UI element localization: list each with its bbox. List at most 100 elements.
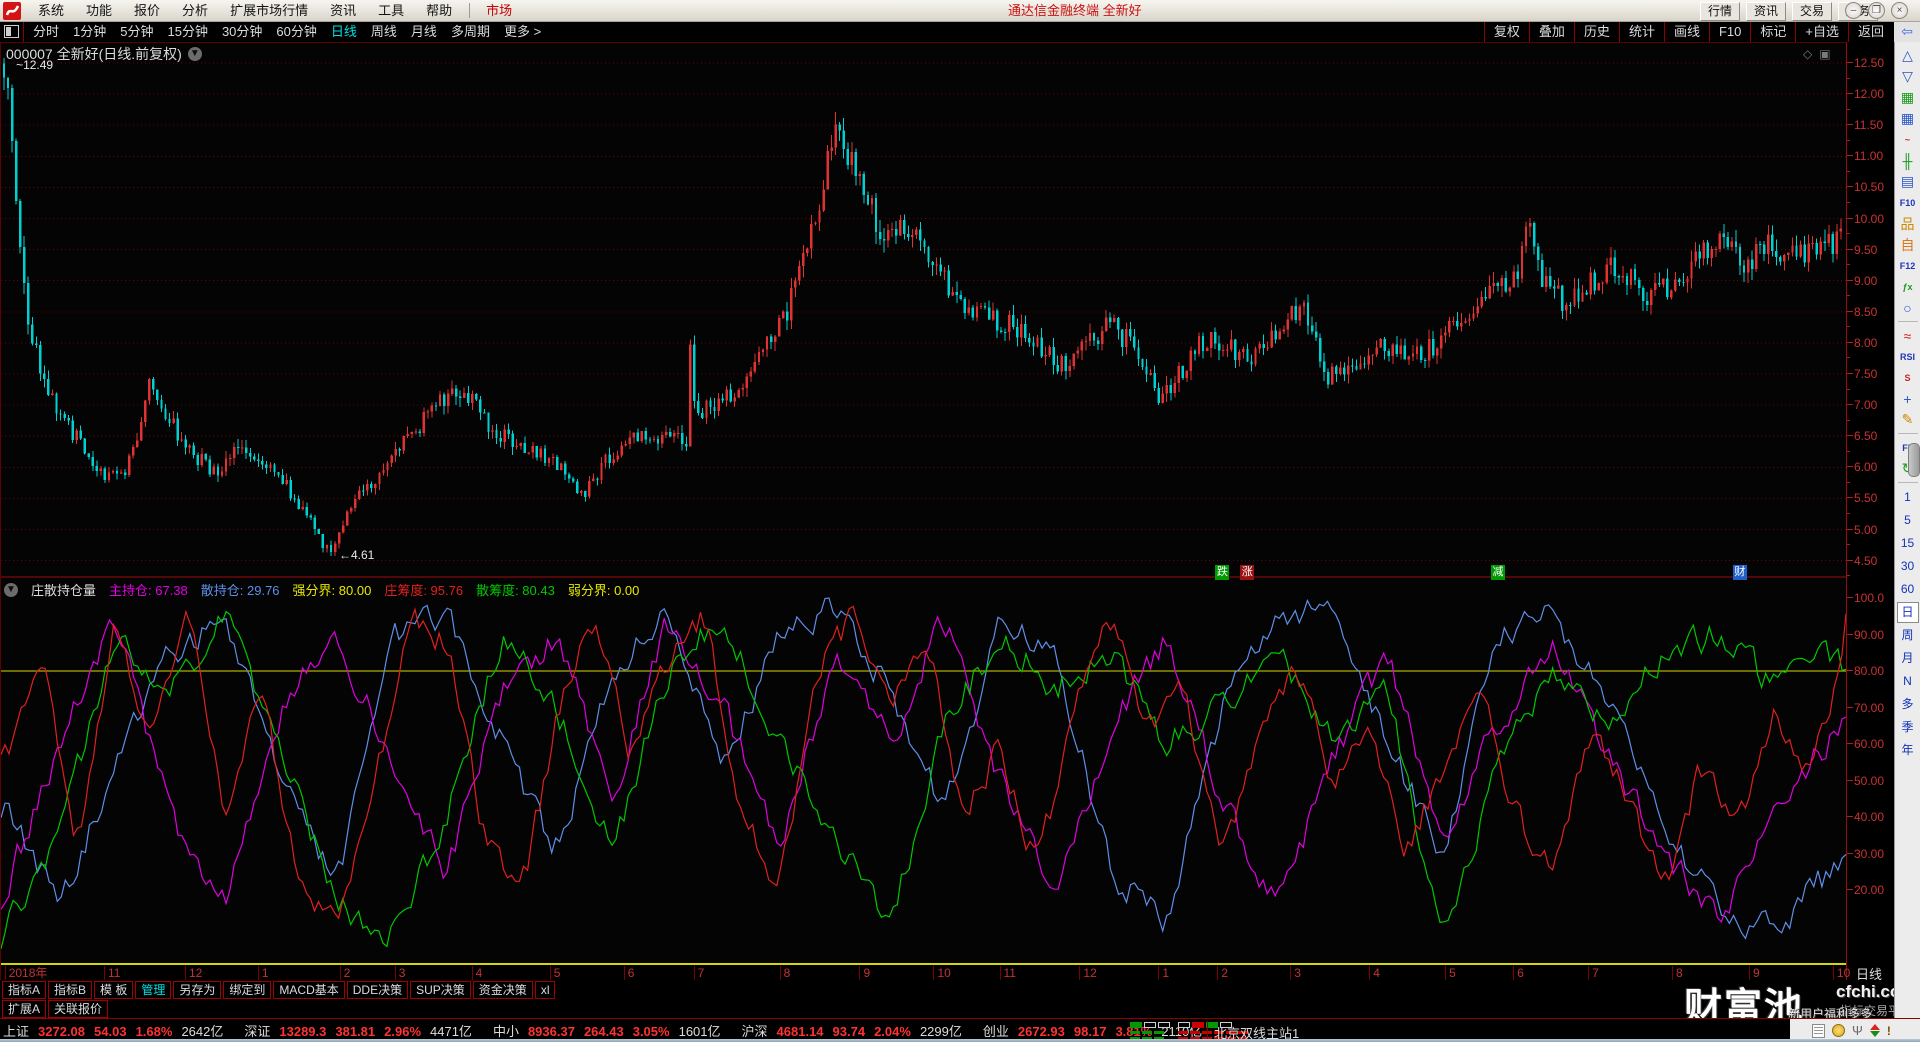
quick-period-1[interactable]: 1 — [1897, 486, 1919, 509]
menu-item-扩展市场行情[interactable]: 扩展市场行情 — [219, 0, 319, 21]
app-logo-icon[interactable] — [3, 1, 21, 20]
pane-corner-icons[interactable]: ◇▣ — [1803, 47, 1838, 61]
scroll-up-icon[interactable]: △ — [1897, 45, 1918, 66]
header-button-交易[interactable]: 交易 — [1792, 2, 1832, 21]
coin-icon[interactable] — [1832, 1024, 1845, 1037]
toolbar-button-画线[interactable]: 画线 — [1663, 22, 1709, 42]
index-quote-上证[interactable]: 上证 3272.08 54.03 1.68% 2642亿 — [3, 1021, 223, 1040]
quick-period-15[interactable]: 15 — [1897, 532, 1919, 555]
quick-period-月[interactable]: 月 — [1897, 647, 1919, 670]
kline-and-indicator-chart[interactable] — [1, 43, 1846, 963]
updown-arrows-icon[interactable] — [1869, 1024, 1880, 1037]
menu-item-帮助[interactable]: 帮助 — [415, 0, 463, 21]
toolbar-button-标记[interactable]: 标记 — [1750, 22, 1795, 42]
period-item-多周期[interactable]: 多周期 — [444, 22, 497, 42]
menu-item-系统[interactable]: 系统 — [27, 0, 75, 21]
tab-指标A[interactable]: 指标A — [2, 981, 47, 999]
period-item-30分钟[interactable]: 30分钟 — [215, 22, 269, 42]
tab-MACD基本[interactable]: MACD基本 — [273, 981, 345, 999]
event-marker-涨[interactable]: 涨 — [1240, 565, 1255, 580]
self-select-icon[interactable]: 自 — [1897, 234, 1918, 255]
index-quote-深证[interactable]: 深证 13289.3 381.81 2.96% 4471亿 — [244, 1021, 472, 1040]
tab-xl[interactable]: xl — [534, 981, 556, 999]
layout-split-icon[interactable] — [4, 25, 19, 38]
structure-icon[interactable]: 品 — [1897, 213, 1918, 234]
f10-icon[interactable]: F10 — [1897, 192, 1918, 213]
indicator-collapse-icon[interactable]: ▼ — [4, 582, 18, 597]
toolbar-button-返回[interactable]: 返回 — [1847, 22, 1893, 42]
rsi-icon[interactable]: RSI — [1897, 346, 1918, 367]
quick-period-N[interactable]: N — [1897, 670, 1919, 693]
period-item-周线[interactable]: 周线 — [364, 22, 404, 42]
tab-指标B[interactable]: 指标B — [48, 981, 93, 999]
tab-DDE决策[interactable]: DDE决策 — [346, 981, 409, 999]
trend-chart-icon[interactable]: ~ — [1897, 129, 1918, 150]
toolbar-button-F10[interactable]: F10 — [1708, 22, 1750, 42]
wave-icon[interactable]: ≈ — [1897, 325, 1918, 346]
satellite-icon[interactable]: Ψ — [1852, 1024, 1863, 1037]
tab-管理[interactable]: 管理 — [135, 981, 172, 999]
circle-tool-icon[interactable]: ○ — [1897, 297, 1918, 318]
period-item-5分钟[interactable]: 5分钟 — [113, 22, 160, 42]
tab-资金决策[interactable]: 资金决策 — [472, 981, 533, 999]
toolbar-button-叠加[interactable]: 叠加 — [1528, 22, 1574, 42]
info-doc-icon[interactable]: ▤ — [1897, 171, 1918, 192]
menu-item-market[interactable]: 市场 — [476, 0, 522, 21]
message-doc-icon[interactable] — [1812, 1023, 1825, 1038]
tab-模 板[interactable]: 模 板 — [94, 981, 134, 999]
quick-period-年[interactable]: 年 — [1897, 739, 1919, 762]
period-item-60分钟[interactable]: 60分钟 — [269, 22, 323, 42]
kline-chart-icon[interactable]: ╫ — [1897, 150, 1918, 171]
quick-period-多[interactable]: 多 — [1897, 693, 1919, 716]
tab-绑定到[interactable]: 绑定到 — [223, 981, 272, 999]
period-item-日线[interactable]: 日线 — [324, 22, 364, 42]
move-cross-icon[interactable]: + — [1897, 388, 1918, 409]
menu-item-分析[interactable]: 分析 — [171, 0, 219, 21]
menu-item-工具[interactable]: 工具 — [367, 0, 415, 21]
chart-region[interactable]: 000007 全新好(日线.前复权) ▼ ◇▣ ~12.49 ←4.61 跌涨减财… — [0, 42, 1850, 981]
holdings-report-icon[interactable]: ▦ — [1897, 87, 1918, 108]
chevron-down-icon[interactable]: ▼ — [187, 47, 202, 61]
quick-period-日[interactable]: 日 — [1896, 602, 1919, 623]
period-item-月线[interactable]: 月线 — [404, 22, 444, 42]
back-arrow-button[interactable]: ⇦ — [1894, 22, 1920, 42]
pane-tool-icon[interactable]: ▣ — [1819, 47, 1837, 61]
period-item-分时[interactable]: 分时 — [26, 22, 66, 42]
close-button[interactable]: × — [1891, 2, 1908, 19]
index-quote-沪深[interactable]: 沪深 4681.14 93.74 2.04% 2299亿 — [742, 1021, 962, 1040]
tab-另存为[interactable]: 另存为 — [173, 981, 222, 999]
menu-item-资讯[interactable]: 资讯 — [319, 0, 367, 21]
tab-关联报价[interactable]: 关联报价 — [48, 1000, 109, 1018]
quick-period-5[interactable]: 5 — [1897, 509, 1919, 532]
quick-period-30[interactable]: 30 — [1897, 555, 1919, 578]
draw-pencil-icon[interactable]: ✎ — [1897, 409, 1918, 430]
toolbar-button-历史[interactable]: 历史 — [1573, 22, 1619, 42]
money-icon[interactable]: S — [1897, 367, 1918, 388]
pane-tool-icon[interactable]: ◇ — [1803, 47, 1819, 61]
header-button-资讯[interactable]: 资讯 — [1746, 2, 1786, 21]
period-item-15分钟[interactable]: 15分钟 — [160, 22, 214, 42]
restore-button[interactable]: ❐ — [1868, 2, 1885, 19]
formula-icon[interactable]: ƒx — [1897, 276, 1918, 297]
header-button-行情[interactable]: 行情 — [1700, 2, 1740, 21]
tab-扩展A[interactable]: 扩展A — [2, 1000, 47, 1018]
quote-grid-icon[interactable]: ▦ — [1897, 108, 1918, 129]
event-marker-财[interactable]: 财 — [1732, 565, 1747, 580]
event-marker-跌[interactable]: 跌 — [1215, 565, 1230, 580]
minimize-button[interactable]: – — [1845, 2, 1862, 19]
quick-period-周[interactable]: 周 — [1897, 624, 1919, 647]
event-marker-减[interactable]: 减 — [1491, 565, 1506, 580]
f12-icon[interactable]: F12 — [1897, 255, 1918, 276]
index-quote-中小[interactable]: 中小 8936.37 264.43 3.05% 1601亿 — [493, 1021, 721, 1040]
alert-icon[interactable]: ! — [1887, 1024, 1891, 1038]
quick-period-60[interactable]: 60 — [1897, 578, 1919, 601]
period-item-更多 >[interactable]: 更多 > — [497, 22, 548, 42]
toolbar-button-统计[interactable]: 统计 — [1618, 22, 1664, 42]
toolbar-button-复权[interactable]: 复权 — [1483, 22, 1529, 42]
toolbar-scrollbar-thumb[interactable] — [1908, 443, 1920, 477]
quick-period-季[interactable]: 季 — [1897, 716, 1919, 739]
tab-SUP决策[interactable]: SUP决策 — [410, 981, 471, 999]
scroll-down-icon[interactable]: ▽ — [1897, 66, 1918, 87]
menu-item-功能[interactable]: 功能 — [75, 0, 123, 21]
menu-item-报价[interactable]: 报价 — [123, 0, 171, 21]
